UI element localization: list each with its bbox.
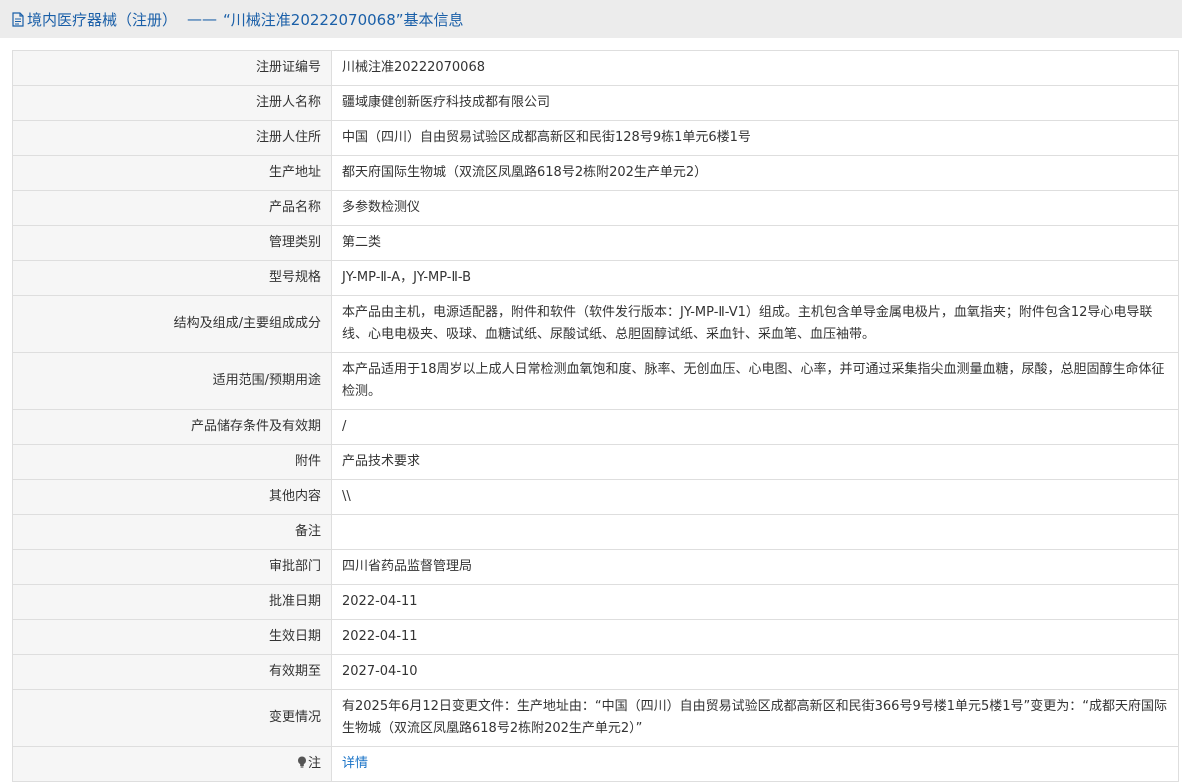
note-label: 注 bbox=[307, 756, 321, 771]
table-row: 管理类别 第二类 bbox=[12, 225, 1179, 261]
table-row: 注册人住所 中国（四川）自由贸易试验区成都高新区和民街128号9栋1单元6楼1号 bbox=[12, 120, 1179, 156]
note-value-cell: 详情 bbox=[331, 746, 1179, 782]
table-row: 产品名称 多参数检测仪 bbox=[12, 190, 1179, 226]
row-label: 管理类别 bbox=[12, 225, 332, 261]
row-label: 附件 bbox=[12, 444, 332, 480]
table-row: 注册证编号 川械注准20222070068 bbox=[12, 50, 1179, 86]
table-row: 备注 bbox=[12, 514, 1179, 550]
row-value: 中国（四川）自由贸易试验区成都高新区和民街128号9栋1单元6楼1号 bbox=[331, 120, 1179, 156]
row-label: 生效日期 bbox=[12, 619, 332, 655]
row-value: 都天府国际生物城（双流区凤凰路618号2栋附202生产单元2） bbox=[331, 155, 1179, 191]
row-label: 批准日期 bbox=[12, 584, 332, 620]
row-value: 产品技术要求 bbox=[331, 444, 1179, 480]
row-value: 四川省药品监督管理局 bbox=[331, 549, 1179, 585]
row-label: 其他内容 bbox=[12, 479, 332, 515]
row-label: 生产地址 bbox=[12, 155, 332, 191]
row-label: 产品储存条件及有效期 bbox=[12, 409, 332, 445]
table-row: 变更情况 有2025年6月12日变更文件：生产地址由：“中国（四川）自由贸易试验… bbox=[12, 689, 1179, 747]
row-label: 适用范围/预期用途 bbox=[12, 352, 332, 410]
row-label: 结构及组成/主要组成成分 bbox=[12, 295, 332, 353]
row-label: 产品名称 bbox=[12, 190, 332, 226]
row-label: 有效期至 bbox=[12, 654, 332, 690]
row-value: 2022-04-11 bbox=[331, 619, 1179, 655]
registration-detail-table: 注册证编号 川械注准20222070068 注册人名称 疆域康健创新医疗科技成都… bbox=[12, 50, 1179, 782]
row-value bbox=[331, 514, 1179, 550]
row-value: 有2025年6月12日变更文件：生产地址由：“中国（四川）自由贸易试验区成都高新… bbox=[331, 689, 1179, 747]
row-value: 2027-04-10 bbox=[331, 654, 1179, 690]
lightbulb-icon bbox=[297, 754, 307, 768]
table-row: 结构及组成/主要组成成分 本产品由主机，电源适配器，附件和软件（软件发行版本：J… bbox=[12, 295, 1179, 353]
row-value: 第二类 bbox=[331, 225, 1179, 261]
row-value: 疆域康健创新医疗科技成都有限公司 bbox=[331, 85, 1179, 121]
row-label: 注册证编号 bbox=[12, 50, 332, 86]
table-row: 附件 产品技术要求 bbox=[12, 444, 1179, 480]
table-row: 适用范围/预期用途 本产品适用于18周岁以上成人日常检测血氧饱和度、脉率、无创血… bbox=[12, 352, 1179, 410]
page-title: 境内医疗器械（注册） —— “川械注准20222070068”基本信息 bbox=[0, 0, 1182, 38]
row-value: 川械注准20222070068 bbox=[331, 50, 1179, 86]
table-row: 产品储存条件及有效期 / bbox=[12, 409, 1179, 445]
title-suffix: “川械注准20222070068”基本信息 bbox=[223, 10, 464, 29]
row-value: \\ bbox=[331, 479, 1179, 515]
row-label: 备注 bbox=[12, 514, 332, 550]
table-row: 生产地址 都天府国际生物城（双流区凤凰路618号2栋附202生产单元2） bbox=[12, 155, 1179, 191]
details-link[interactable]: 详情 bbox=[342, 756, 368, 771]
table-row: 审批部门 四川省药品监督管理局 bbox=[12, 549, 1179, 585]
note-label-cell: 注 bbox=[12, 746, 332, 782]
title-separator: —— bbox=[187, 10, 218, 28]
table-row: 批准日期 2022-04-11 bbox=[12, 584, 1179, 620]
table-row: 型号规格 JY-MP-Ⅱ-A，JY-MP-Ⅱ-B bbox=[12, 260, 1179, 296]
title-prefix: 境内医疗器械（注册） bbox=[27, 10, 178, 29]
row-label: 审批部门 bbox=[12, 549, 332, 585]
table-row: 其他内容 \\ bbox=[12, 479, 1179, 515]
row-value: 多参数检测仪 bbox=[331, 190, 1179, 226]
row-label: 变更情况 bbox=[12, 689, 332, 747]
row-value: 2022-04-11 bbox=[331, 584, 1179, 620]
table-row: 注册人名称 疆域康健创新医疗科技成都有限公司 bbox=[12, 85, 1179, 121]
row-label: 型号规格 bbox=[12, 260, 332, 296]
table-row: 生效日期 2022-04-11 bbox=[12, 619, 1179, 655]
table-row: 有效期至 2027-04-10 bbox=[12, 654, 1179, 690]
row-value: JY-MP-Ⅱ-A，JY-MP-Ⅱ-B bbox=[331, 260, 1179, 296]
row-value: / bbox=[331, 409, 1179, 445]
document-icon bbox=[12, 11, 24, 27]
row-value: 本产品适用于18周岁以上成人日常检测血氧饱和度、脉率、无创血压、心电图、心率，并… bbox=[331, 352, 1179, 410]
row-label: 注册人名称 bbox=[12, 85, 332, 121]
table-row: 注 详情 bbox=[12, 746, 1179, 782]
row-label: 注册人住所 bbox=[12, 120, 332, 156]
row-value: 本产品由主机，电源适配器，附件和软件（软件发行版本：JY-MP-Ⅱ-V1）组成。… bbox=[331, 295, 1179, 353]
